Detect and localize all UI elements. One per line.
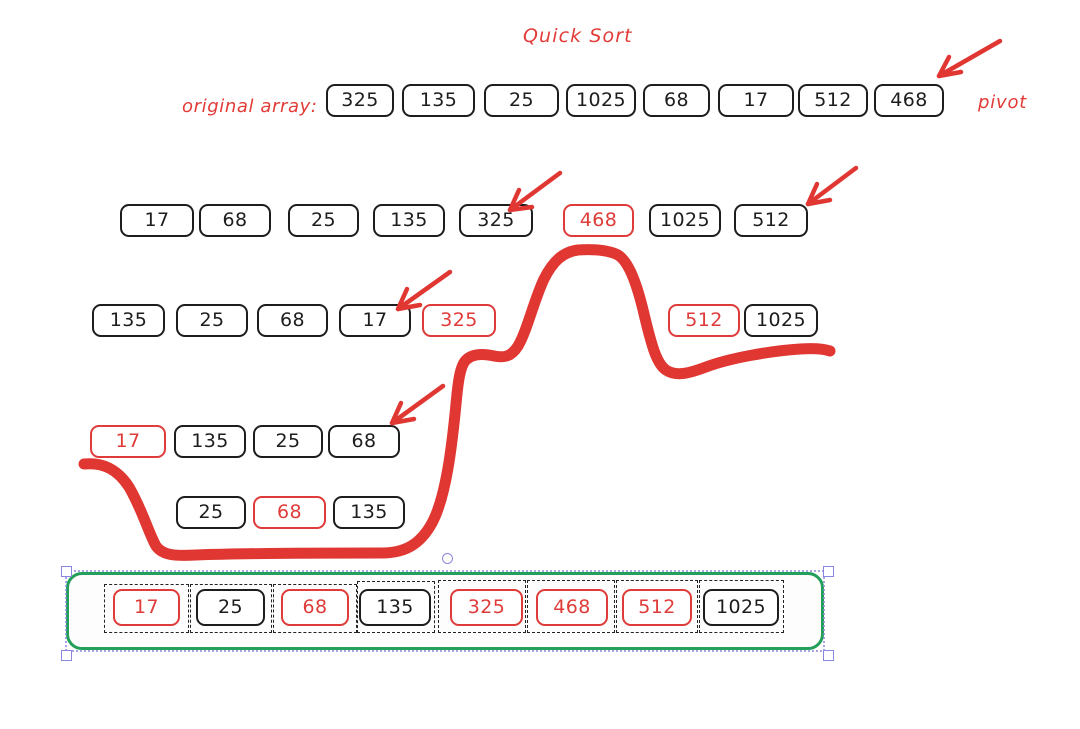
drawing-canvas[interactable]: Quick Sort original array: pivot 325 135 2… (0, 0, 1080, 729)
handle-top-right[interactable] (823, 566, 834, 577)
rotate-handle[interactable] (442, 553, 453, 564)
array-cell[interactable]: 68 (281, 589, 349, 626)
array-cell-value: 1025 (716, 596, 766, 618)
handle-bottom-right[interactable] (823, 650, 834, 661)
array-cell[interactable]: 325 (450, 589, 523, 626)
array-cell[interactable]: 512 (622, 589, 692, 626)
array-cell-value: 25 (218, 596, 243, 618)
array-cell-value: 325 (467, 596, 506, 618)
array-cell-value: 512 (638, 596, 676, 618)
array-cell-value: 468 (553, 596, 591, 618)
handle-top-left[interactable] (61, 566, 72, 577)
array-cell[interactable]: 25 (196, 589, 265, 626)
array-cell[interactable]: 135 (359, 589, 431, 626)
array-cell[interactable]: 1025 (703, 589, 779, 626)
array-cell-value: 135 (376, 596, 414, 618)
array-cell-value: 68 (302, 596, 328, 618)
array-cell-value: 17 (134, 596, 159, 618)
array-cell[interactable]: 17 (113, 589, 180, 626)
handle-bottom-left[interactable] (61, 650, 72, 661)
array-cell[interactable]: 468 (536, 589, 608, 626)
